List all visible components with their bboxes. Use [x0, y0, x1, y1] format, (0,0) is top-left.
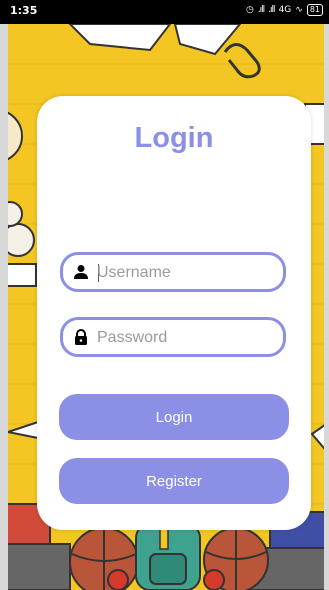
signal-icon: .ıll — [257, 5, 265, 15]
lock-icon — [75, 329, 87, 345]
login-screen: 1:35 ◷ .ıll .ıll 4G ∿ 81 Login Username … — [0, 0, 329, 590]
register-button[interactable]: Register — [59, 458, 289, 504]
person-icon — [74, 265, 88, 279]
status-bar: 1:35 ◷ .ıll .ıll 4G ∿ 81 — [0, 0, 329, 24]
login-card: Login Login Register — [37, 96, 311, 530]
network-type: 4G — [278, 5, 292, 15]
username-input[interactable] — [97, 261, 277, 285]
alarm-icon: ◷ — [245, 5, 254, 15]
wifi-icon: ∿ — [295, 5, 303, 15]
signal-icon-2: .ıll — [268, 5, 275, 15]
username-field[interactable] — [60, 252, 286, 292]
password-input[interactable] — [97, 326, 277, 350]
page-title: Login — [134, 122, 214, 154]
password-field[interactable] — [60, 317, 286, 357]
login-button[interactable]: Login — [59, 394, 289, 440]
battery-icon: 81 — [306, 4, 323, 16]
left-bezel — [0, 0, 8, 590]
status-icons: ◷ .ıll .ıll 4G ∿ 81 — [246, 4, 323, 16]
status-time: 1:35 — [10, 4, 38, 17]
right-bezel — [324, 0, 329, 590]
